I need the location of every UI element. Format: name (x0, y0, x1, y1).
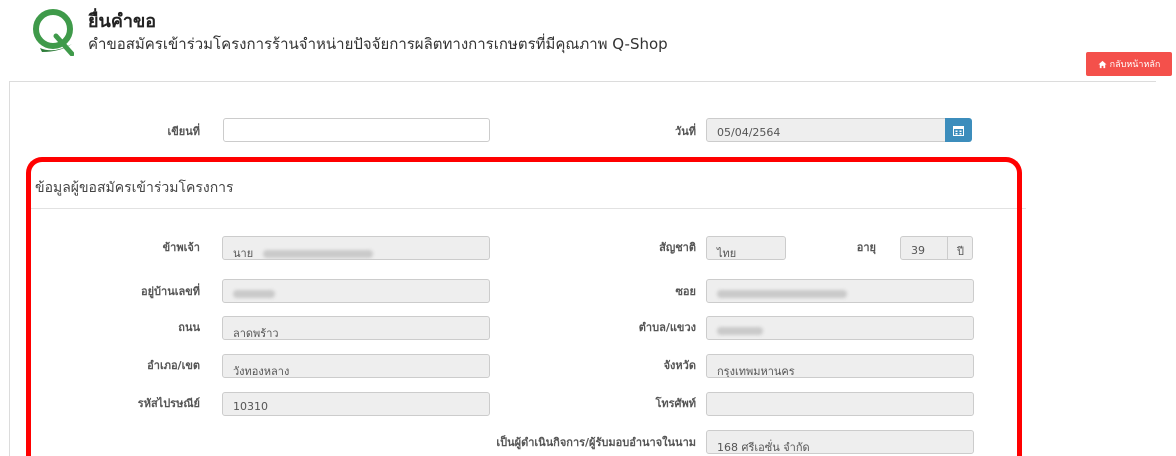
province-label: จังหวัด (663, 359, 696, 372)
phone-input[interactable] (706, 392, 974, 416)
postal-input[interactable]: 10310 (222, 392, 490, 416)
age-unit: ปี (947, 236, 973, 260)
panel-border-left (9, 81, 10, 456)
redacted-soi (717, 290, 847, 298)
section-divider (30, 208, 1026, 209)
page-title: ยื่นคำขอ (88, 11, 157, 32)
date-label: วันที่ (675, 125, 696, 138)
redacted-house-no (233, 290, 275, 298)
soi-input[interactable] (706, 279, 974, 303)
written-at-label: เขียนที่ (167, 125, 201, 138)
subdistrict-input[interactable] (706, 316, 974, 340)
applicant-section-title: ข้อมูลผู้ขอสมัครเข้าร่วมโครงการ (35, 180, 234, 196)
date-input[interactable]: 05/04/2564 (706, 118, 946, 142)
age-input[interactable]: 39 (900, 236, 948, 260)
postal-label: รหัสไปรษณีย์ (137, 397, 200, 410)
house-no-input[interactable] (222, 279, 490, 303)
house-no-label: อยู่บ้านเลขที่ (140, 285, 200, 298)
soi-label: ซอย (675, 285, 696, 298)
redacted-subdistrict (717, 327, 763, 335)
operator-label: เป็นผู้ดำเนินกิจการ/ผู้รับมอบอำนาจในนาม (496, 436, 696, 449)
panel-border-top (9, 81, 1156, 82)
q-shop-logo (33, 9, 74, 56)
nationality-input[interactable]: ไทย (706, 236, 786, 260)
province-input[interactable]: กรุงเทพมหานคร (706, 354, 974, 378)
road-label: ถนน (178, 321, 200, 334)
road-input[interactable]: ลาดพร้าว (222, 316, 490, 340)
phone-label: โทรศัพท์ (655, 397, 696, 410)
district-input[interactable]: วังทองหลาง (222, 354, 490, 378)
name-input[interactable]: นาย (222, 236, 490, 260)
operator-input[interactable]: 168 ศรีเอซั่น จำกัด (706, 430, 974, 454)
back-button-label: กลับหน้าหลัก (1109, 60, 1161, 70)
subdistrict-label: ตำบล/แขวง (638, 321, 696, 334)
page-subtitle: คำขอสมัครเข้าร่วมโครงการร้านจำหน่ายปัจจั… (88, 35, 668, 53)
name-prefix: นาย (233, 247, 254, 260)
age-label: อายุ (856, 241, 876, 254)
nationality-label: สัญชาติ (659, 241, 696, 254)
calendar-icon (953, 125, 964, 136)
district-label: อำเภอ/เขต (147, 359, 200, 372)
back-to-home-button[interactable]: กลับหน้าหลัก (1086, 52, 1172, 76)
redacted-name (262, 250, 373, 258)
calendar-button[interactable] (945, 118, 972, 142)
home-icon (1098, 60, 1107, 68)
written-at-input[interactable] (223, 118, 490, 142)
name-label: ข้าพเจ้า (162, 241, 200, 254)
